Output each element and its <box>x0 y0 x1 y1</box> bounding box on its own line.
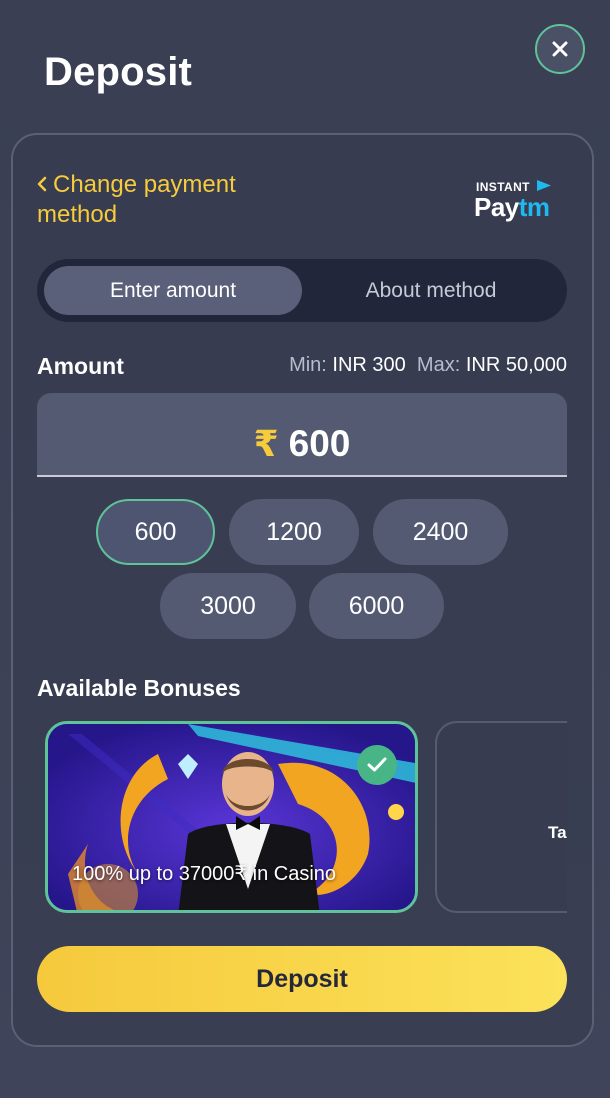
quick-amount-6000[interactable]: 6000 <box>309 573 444 639</box>
quick-amount-1200[interactable]: 1200 <box>229 499 359 565</box>
rupee-icon: ₹ <box>253 423 279 464</box>
bonus-description: 100% up to 37000₹ in Casino <box>72 863 337 885</box>
tab-about-method[interactable]: About method <box>302 266 560 315</box>
amount-value: 600 <box>288 423 351 464</box>
paytm-wordmark: Paytm <box>474 192 550 222</box>
paytm-logo: INSTANT Paytm <box>474 178 558 224</box>
quick-amount-2400[interactable]: 2400 <box>373 499 508 565</box>
method-tabs: Enter amount About method <box>37 259 567 322</box>
change-payment-method-label: Change payment method <box>37 171 236 228</box>
chevron-left-icon <box>37 170 47 200</box>
bonus-card-casino[interactable]: 100% up to 37000₹ in Casino <box>45 721 418 913</box>
quick-amount-3000[interactable]: 3000 <box>160 573 296 639</box>
deposit-button[interactable]: Deposit <box>37 946 567 1012</box>
modal-title: Deposit <box>44 50 193 94</box>
close-button[interactable] <box>535 24 585 74</box>
amount-label: Amount <box>37 353 124 379</box>
max-value: INR 50,000 <box>465 354 567 376</box>
play-arrow-icon <box>537 180 551 191</box>
max-key: Max: <box>416 354 461 376</box>
min-value: INR 300 <box>332 354 406 376</box>
close-icon <box>552 41 568 57</box>
quick-amount-600[interactable]: 600 <box>96 499 215 565</box>
bonus-card-next[interactable]: Ta <box>435 721 567 913</box>
selected-check-icon <box>357 745 397 785</box>
bonus-next-label: Ta <box>548 823 567 842</box>
amount-input[interactable]: ₹ 600 <box>37 393 567 477</box>
amount-limits: Min: INR 300 Max: INR 50,000 <box>289 354 567 377</box>
min-key: Min: <box>289 354 327 376</box>
change-payment-method-link[interactable]: Change payment method <box>37 170 297 230</box>
available-bonuses-label: Available Bonuses <box>37 675 241 701</box>
tab-enter-amount[interactable]: Enter amount <box>44 266 302 315</box>
